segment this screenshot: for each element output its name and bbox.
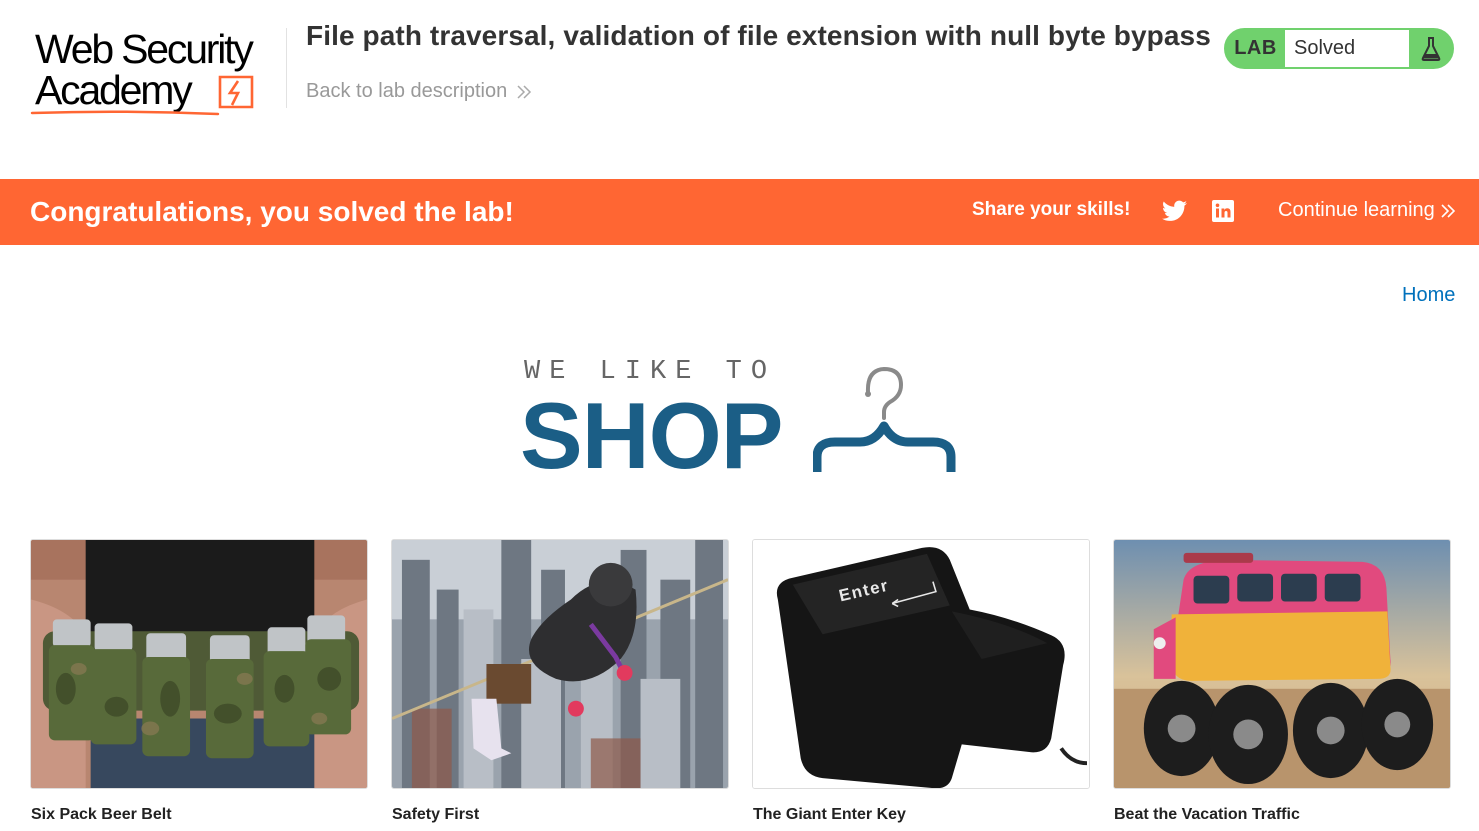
lab-status-widget: LAB Solved: [1224, 28, 1454, 69]
linkedin-icon[interactable]: [1211, 199, 1235, 223]
product-name[interactable]: The Giant Enter Key: [753, 806, 906, 824]
product-name[interactable]: Safety First: [392, 806, 479, 824]
logo-underline: [30, 110, 220, 116]
twitter-icon[interactable]: [1162, 200, 1187, 222]
lab-badge: LAB: [1234, 37, 1277, 59]
continue-learning-label: Continue learning: [1278, 199, 1435, 221]
congratulations-message: Congratulations, you solved the lab!: [30, 196, 514, 227]
logo-text-line1: Web Security: [35, 26, 254, 72]
product-card[interactable]: Safety First: [391, 539, 729, 823]
home-nav-link[interactable]: Home: [1402, 284, 1455, 307]
product-name[interactable]: Beat the Vacation Traffic: [1114, 806, 1300, 824]
product-image-giant-enter-key[interactable]: Enter: [752, 539, 1090, 789]
product-name[interactable]: Six Pack Beer Belt: [31, 806, 172, 824]
double-chevron-right-icon: [1441, 203, 1455, 218]
back-link-label: Back to lab description: [306, 80, 508, 102]
back-to-lab-description-link[interactable]: Back to lab description: [306, 80, 533, 103]
product-card[interactable]: Six Pack Beer Belt: [30, 539, 368, 823]
lab-solved-banner: Congratulations, you solved the lab! Sha…: [0, 179, 1479, 245]
lab-title: File path traversal, validation of file …: [306, 20, 1211, 51]
logo-bolt-icon: [218, 75, 254, 109]
share-skills-label: Share your skills!: [972, 199, 1131, 220]
header-divider: [286, 28, 287, 108]
shop-logo: WE LIKE TO SHOP: [520, 355, 965, 488]
continue-learning-link[interactable]: Continue learning: [1278, 199, 1456, 222]
shop-logo-word: SHOP: [520, 383, 783, 488]
academy-header: Web Security Academy File path traversal…: [0, 0, 1479, 179]
clothes-hanger-icon: [813, 366, 956, 472]
lab-flask-icon-wrap: [1409, 30, 1452, 67]
logo-text-line2: Academy: [35, 67, 193, 113]
product-card[interactable]: Beat the Vacation Traffic: [1113, 539, 1451, 823]
product-card[interactable]: Enter The Giant Enter Key: [752, 539, 1090, 823]
product-image-safety-first[interactable]: [391, 539, 729, 789]
double-chevron-right-icon: [517, 84, 532, 99]
product-grid: Six Pack Beer Belt Safety First Enter Th…: [30, 539, 1452, 831]
flask-icon: [1421, 36, 1440, 61]
product-image-vacation-traffic[interactable]: [1113, 539, 1451, 789]
web-security-academy-logo[interactable]: Web Security Academy: [30, 26, 282, 118]
lab-status-text: Solved: [1285, 30, 1409, 67]
product-image-beer-belt[interactable]: [30, 539, 368, 789]
